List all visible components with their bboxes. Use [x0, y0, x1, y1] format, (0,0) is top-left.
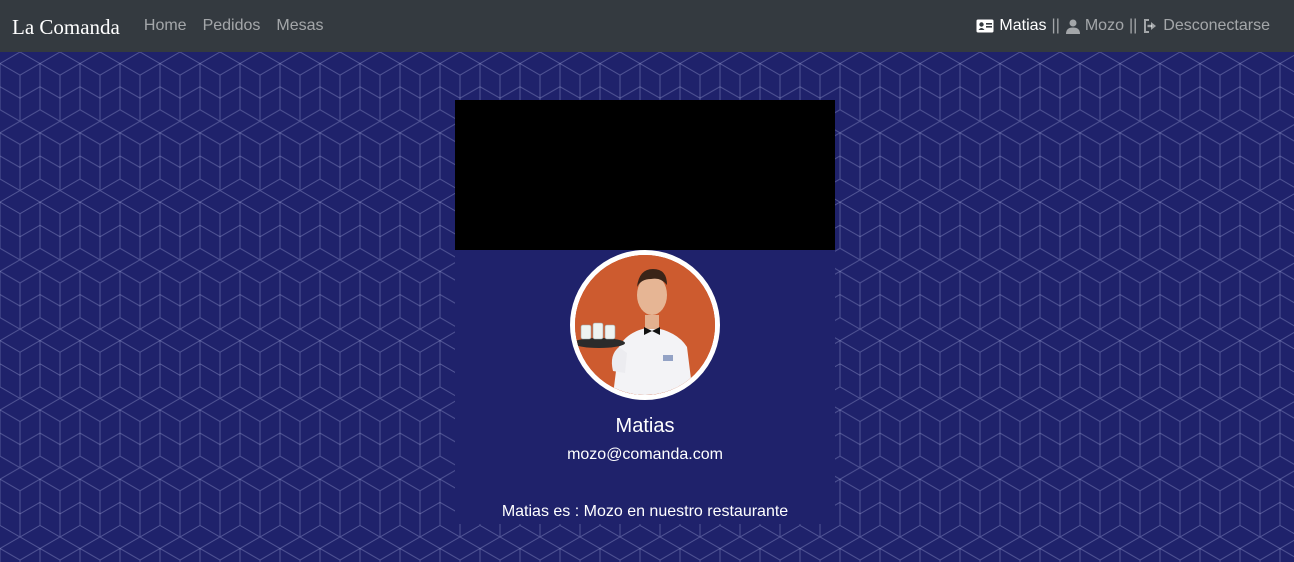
logout-label: Desconectarse: [1163, 17, 1270, 34]
user-name: Matias: [999, 17, 1047, 34]
nav-link-home[interactable]: Home: [144, 17, 187, 35]
cover-image: [455, 100, 835, 250]
sign-out-icon: [1144, 19, 1157, 33]
id-card-icon: [976, 19, 994, 33]
nav-link-pedidos[interactable]: Pedidos: [203, 17, 261, 35]
profile-name: Matias: [615, 415, 675, 437]
waiter-photo: [575, 255, 715, 395]
user-role-link[interactable]: Mozo: [1065, 17, 1124, 35]
user-icon: [1065, 19, 1080, 34]
separator: ||: [1051, 17, 1060, 34]
navbar: La Comanda Home Pedidos Mesas Matias || …: [0, 0, 1294, 52]
profile-card: Matias mozo@comanda.com Matias es : Mozo…: [455, 100, 835, 524]
nav-link-mesas[interactable]: Mesas: [276, 17, 323, 35]
user-menu: Matias || Mozo || Desconectarse: [976, 0, 1270, 52]
avatar: [570, 250, 720, 400]
separator: ||: [1128, 17, 1138, 34]
logout-link[interactable]: Desconectarse: [1143, 17, 1270, 35]
brand-logo[interactable]: La Comanda: [12, 15, 120, 40]
profile-description: Matias es : Mozo en nuestro restaurante: [501, 503, 789, 520]
user-role: Mozo: [1084, 17, 1124, 34]
nav-links: Home Pedidos Mesas: [144, 17, 324, 35]
user-name-link[interactable]: Matias: [976, 17, 1047, 35]
profile-email: mozo@comanda.com: [567, 446, 723, 463]
